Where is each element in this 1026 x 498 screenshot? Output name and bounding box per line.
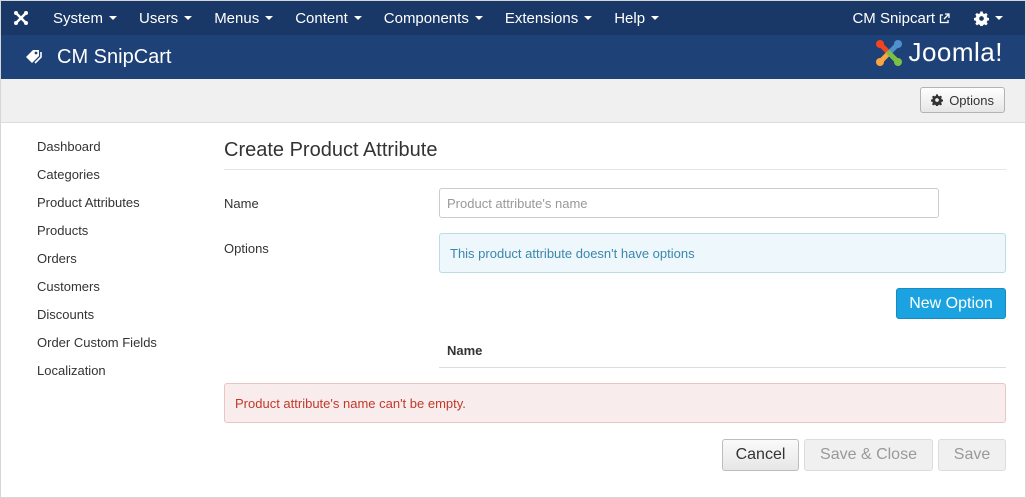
sidebar-item-dashboard[interactable]: Dashboard xyxy=(37,138,157,166)
caret-down-icon xyxy=(353,16,362,20)
error-alert: Product attribute's name can't be empty. xyxy=(224,383,1006,423)
menu-label: Help xyxy=(614,9,646,27)
menu-system[interactable]: System xyxy=(41,1,127,35)
caret-down-icon xyxy=(265,16,274,20)
component-header: CM SnipCart Joomla! xyxy=(1,35,1025,79)
menu-label: Users xyxy=(139,9,179,27)
joomla-brand-logo: Joomla! xyxy=(874,37,1003,68)
caret-down-icon xyxy=(584,16,593,20)
settings-menu[interactable] xyxy=(964,10,1025,26)
new-option-button[interactable]: New Option xyxy=(896,288,1006,319)
name-input[interactable] xyxy=(439,188,939,218)
menu-label: Extensions xyxy=(504,9,579,27)
site-link[interactable]: CM Snipcart xyxy=(838,10,964,27)
sidebar-item-products[interactable]: Products xyxy=(37,222,157,250)
tag-icon xyxy=(25,48,47,66)
caret-down-icon xyxy=(651,16,660,20)
gear-icon xyxy=(931,94,944,106)
sidebar-item-localization[interactable]: Localization xyxy=(37,362,157,390)
joomla-logo-icon[interactable] xyxy=(1,1,41,35)
joomla-wordmark: Joomla! xyxy=(908,37,1003,67)
site-link-label: CM Snipcart xyxy=(852,9,935,27)
gear-icon xyxy=(974,10,989,26)
main-content: Create Product Attribute Name Options Th… xyxy=(224,139,1006,471)
sidebar-item-orders[interactable]: Orders xyxy=(37,250,157,278)
menu-label: Components xyxy=(383,9,469,27)
save-button[interactable]: Save xyxy=(938,439,1006,471)
menu-label: System xyxy=(53,9,104,27)
menu-help[interactable]: Help xyxy=(602,1,669,35)
sidebar-item-customers[interactable]: Customers xyxy=(37,278,157,306)
top-navbar: System Users Menus Content Components Ex… xyxy=(1,1,1025,35)
sidebar-item-order-custom-fields[interactable]: Order Custom Fields xyxy=(37,334,157,362)
options-table-header-name: Name xyxy=(439,335,1006,368)
menu-label: Content xyxy=(295,9,348,27)
options-label: Options xyxy=(224,241,269,256)
caret-down-icon xyxy=(184,16,193,20)
main-menu: System Users Menus Content Components Ex… xyxy=(41,1,669,35)
caret-down-icon xyxy=(109,16,118,20)
page-header-title: CM SnipCart xyxy=(57,45,172,68)
menu-content[interactable]: Content xyxy=(283,1,372,35)
sidebar-item-categories[interactable]: Categories xyxy=(37,166,157,194)
options-button-label: Options xyxy=(949,92,994,108)
menu-components[interactable]: Components xyxy=(372,1,493,35)
external-link-icon xyxy=(939,12,950,24)
joomla-logo-icon xyxy=(876,39,903,66)
caret-down-icon xyxy=(995,16,1003,20)
menu-menus[interactable]: Menus xyxy=(202,1,283,35)
sidebar: Dashboard Categories Product Attributes … xyxy=(37,138,157,390)
menu-extensions[interactable]: Extensions xyxy=(493,1,602,35)
save-and-close-button[interactable]: Save & Close xyxy=(804,439,933,471)
sidebar-item-discounts[interactable]: Discounts xyxy=(37,306,157,334)
caret-down-icon xyxy=(474,16,483,20)
menu-label: Menus xyxy=(214,9,260,27)
name-label: Name xyxy=(224,196,259,211)
navbar-right: CM Snipcart xyxy=(838,1,1025,35)
cancel-button[interactable]: Cancel xyxy=(722,439,799,471)
toolbar: Options xyxy=(1,79,1025,123)
sidebar-item-product-attributes[interactable]: Product Attributes xyxy=(37,194,157,222)
menu-users[interactable]: Users xyxy=(127,1,202,35)
options-button[interactable]: Options xyxy=(920,87,1005,113)
options-empty-alert: This product attribute doesn't have opti… xyxy=(439,233,1006,273)
page-title: Create Product Attribute xyxy=(224,139,1006,170)
